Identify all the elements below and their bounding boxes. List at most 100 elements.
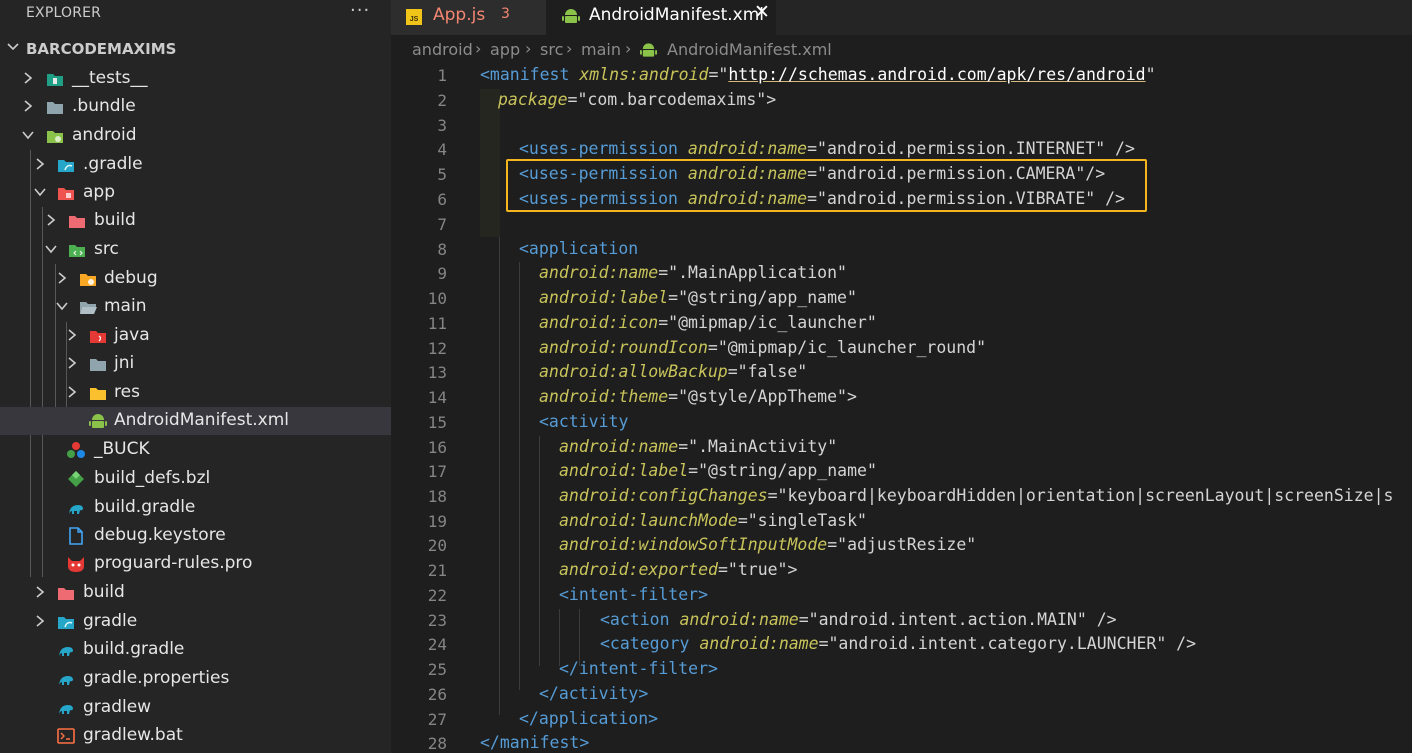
tree-item-gradle-dir[interactable]: .gradle [0, 151, 391, 179]
code-line-17: android:label="@string/app_name" [559, 461, 877, 480]
tree-item-gradle-properties[interactable]: gradle.properties [0, 665, 391, 693]
tree-item-gradlew-bat[interactable]: gradlew.bat [0, 722, 391, 750]
tree-item-label: _BUCK [94, 439, 150, 459]
tree-item-label: jni [114, 353, 135, 373]
chevron-right-icon [24, 72, 33, 84]
chevron-right-icon [36, 615, 45, 627]
line-number: 16 [427, 438, 447, 457]
tree-item-src[interactable]: src [0, 236, 391, 264]
tree-item-build[interactable]: build [0, 207, 391, 235]
tree-item-java[interactable]: java [0, 322, 391, 350]
tree-item-gradlew[interactable]: gradlew [0, 694, 391, 722]
tree-item-label: android [72, 125, 137, 145]
buck-file-icon [67, 442, 85, 458]
line-number: 21 [427, 561, 447, 580]
line-number: 4 [437, 140, 447, 159]
line-number: 13 [427, 363, 447, 382]
more-actions-icon[interactable]: ··· [350, 0, 370, 21]
tree-item-res[interactable]: res [0, 379, 391, 407]
tree-item-debug-keystore[interactable]: debug.keystore [0, 522, 391, 550]
code-line-9: android:name=".MainApplication" [539, 263, 847, 282]
tree-item-build-defs[interactable]: build_defs.bzl [0, 465, 391, 493]
tree-item-android[interactable]: android [0, 122, 391, 150]
tree-item-gradle[interactable]: gradle [0, 608, 391, 636]
tree-item-label: build.gradle [94, 497, 196, 517]
tree-item-build-gradle-app[interactable]: build.gradle [0, 494, 391, 522]
tab-androidmanifest[interactable]: AndroidManifest.xml ✕ [546, 0, 776, 35]
breadcrumb-item[interactable]: AndroidManifest.xml [667, 40, 832, 59]
tree-item-label: build_defs.bzl [94, 468, 211, 488]
tree-item-label: app [83, 182, 115, 202]
tree-item-androidmanifest[interactable]: AndroidManifest.xml [0, 407, 391, 435]
chevron-right-icon: › [525, 39, 532, 58]
build-folder-icon [69, 216, 85, 228]
code-line-21: android:exported="true"> [559, 560, 798, 579]
tree-item-tests[interactable]: __tests__ [0, 65, 391, 93]
code-editor[interactable]: 1 2 3 4 5 6 7 8 9 10 11 12 13 14 15 16 1… [391, 64, 1412, 753]
indent-guide [499, 237, 500, 715]
breadcrumb-item[interactable]: main [581, 40, 621, 59]
code-line-16: android:name=".MainActivity" [559, 437, 838, 456]
chevron-right-icon: › [566, 39, 573, 58]
line-number: 17 [427, 462, 447, 481]
explorer-sidebar: EXPLORER ··· BARCODEMAXIMS __tests__ .bu… [0, 0, 391, 753]
app-folder-icon [58, 188, 74, 200]
tree-item-build-android[interactable]: build [0, 579, 391, 607]
highlight-annotation-box [506, 159, 1147, 212]
code-line-19: android:launchMode="singleTask" [559, 511, 867, 530]
tab-label: App.js [433, 5, 486, 25]
android-file-icon [562, 9, 580, 23]
tree-item-jni[interactable]: jni [0, 350, 391, 378]
gradle-file-icon [59, 705, 73, 714]
tree-item-label: .bundle [72, 96, 136, 116]
tree-item-build-gradle[interactable]: build.gradle [0, 636, 391, 664]
gradle-file-icon [59, 647, 73, 656]
editor-tab-bar: JS App.js 3 AndroidManifest.xml ✕ [391, 0, 1412, 35]
close-icon[interactable]: ✕ [754, 1, 770, 23]
breadcrumb: android › app › src › main › AndroidMani… [391, 35, 1412, 64]
src-folder-icon [69, 245, 85, 257]
code-line-28: </manifest> [480, 733, 590, 752]
breadcrumb-item[interactable]: app [490, 40, 520, 59]
code-line-26: </activity> [539, 684, 649, 703]
java-folder-icon [90, 331, 106, 343]
terminal-file-icon [57, 728, 75, 744]
chevron-down-icon [22, 131, 34, 140]
project-root[interactable]: BARCODEMAXIMS [0, 36, 391, 61]
tree-item-app[interactable]: app [0, 179, 391, 207]
tree-item-label: res [114, 382, 140, 402]
folder-icon [90, 359, 106, 371]
code-line-18: android:configChanges="keyboard|keyboard… [559, 486, 1394, 505]
tree-item-proguard[interactable]: proguard-rules.pro [0, 550, 391, 578]
chevron-right-icon [68, 329, 77, 341]
folder-open-icon [80, 302, 97, 314]
breadcrumb-item[interactable]: src [540, 40, 563, 59]
line-number: 11 [427, 314, 447, 333]
gradle-folder-icon [58, 617, 74, 629]
tree-item-buck[interactable]: _BUCK [0, 436, 391, 464]
line-number: 26 [427, 685, 447, 704]
line-number: 12 [427, 339, 447, 358]
chevron-right-icon [36, 586, 45, 598]
tree-item-bundle[interactable]: .bundle [0, 93, 391, 121]
tree-item-label: .gradle [83, 154, 143, 174]
line-number: 14 [427, 388, 447, 407]
indent-band [480, 89, 500, 237]
indent-guide [579, 609, 580, 666]
line-number: 8 [437, 240, 447, 259]
tree-item-label: __tests__ [72, 68, 148, 88]
debug-folder-icon [80, 274, 96, 286]
tree-item-main[interactable]: main [0, 293, 391, 321]
gradle-file-icon [59, 676, 73, 685]
code-line-13: android:allowBackup="false" [539, 362, 808, 381]
tree-item-debug[interactable]: debug [0, 265, 391, 293]
proguard-file-icon [68, 557, 84, 572]
line-number: 7 [437, 215, 447, 234]
chevron-down-icon [56, 302, 68, 311]
code-line-27: </application> [519, 709, 659, 728]
breadcrumb-item[interactable]: android [412, 40, 473, 59]
chevron-right-icon: › [475, 39, 482, 58]
indent-guide [539, 436, 540, 666]
chevron-right-icon [58, 272, 67, 284]
tab-app-js[interactable]: JS App.js 3 [391, 0, 546, 35]
